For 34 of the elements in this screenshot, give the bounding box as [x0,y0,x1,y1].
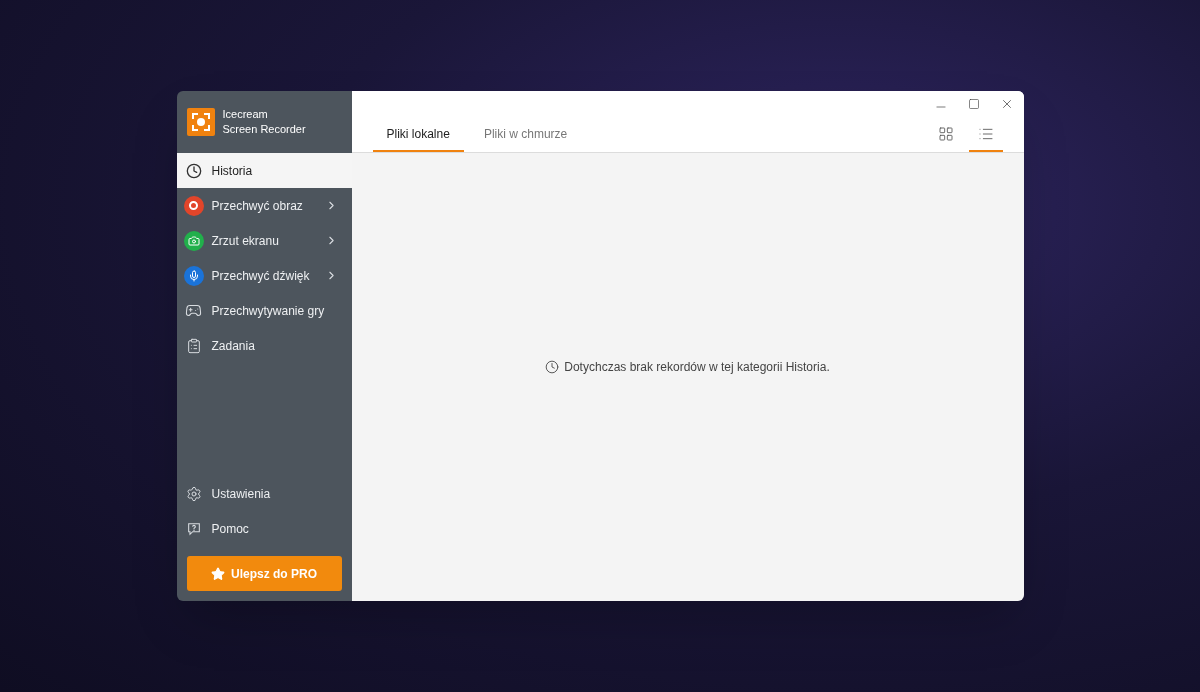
clock-icon [185,162,202,179]
sidebar-item[interactable]: Przechwyć dźwięk [176,258,352,293]
sidebar-item-label: Zrzut ekranu [211,232,280,250]
sidebar-item[interactable]: Ustawienia [176,476,352,511]
sidebar-item-label: Pomoc [211,520,249,538]
gamepad-icon [185,302,202,319]
empty-message: Dotychczas brak rekordów w tej kategorii Historia. [564,359,830,376]
sidebar-item-label: Historia [211,162,254,180]
tab[interactable]: Pliki w chmurze [469,117,582,152]
sidebar-item-label: Ustawienia [211,485,271,503]
tab[interactable]: Pliki lokalne [372,117,464,152]
microphone-icon [183,265,204,286]
maximize-icon[interactable] [967,98,980,110]
app-name: Screen Recorder [222,122,306,137]
star-icon [211,566,225,581]
app-name: Icecream [222,107,269,122]
help-icon [185,520,202,537]
sidebar-item-label: Zadania [211,337,256,355]
sidebar-item-label: Przechwyć dźwięk [211,267,311,285]
record-icon [183,195,204,216]
sidebar-item[interactable]: Przechwyć obraz [176,188,352,223]
camera-icon [183,230,204,251]
sidebar-item[interactable]: Historia [176,153,352,188]
sidebar-item[interactable]: Przechwytywanie gry [176,293,352,328]
sidebar-item[interactable]: Pomoc [176,511,352,546]
clock-icon [545,360,560,374]
sidebar-item-label: Przechwytywanie gry [211,302,326,320]
app-logo-icon [186,108,215,136]
sidebar-item-label: Przechwyć obraz [211,197,304,215]
sidebar-item[interactable]: Zadania [176,328,352,363]
sidebar-item[interactable]: Zrzut ekranu [176,223,352,258]
grid-view-icon [937,125,954,142]
clipboard-icon [185,337,202,354]
settings-icon [185,485,202,502]
